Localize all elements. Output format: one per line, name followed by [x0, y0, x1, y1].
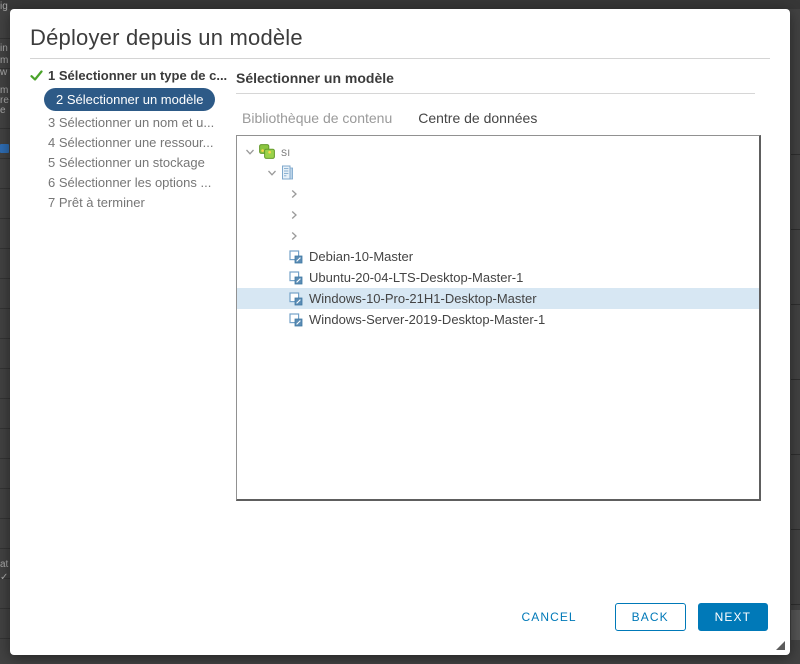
step-4: 4 Sélectionner une ressour...: [30, 133, 230, 153]
step-1[interactable]: 1 Sélectionner un type de c...: [30, 66, 230, 86]
tree-node-debian-10-master[interactable]: Debian-10-Master: [237, 246, 759, 267]
background-app-icon: [0, 144, 9, 153]
tree-node-node[interactable]: [237, 162, 759, 183]
check-icon: [30, 70, 43, 82]
tree-node-node[interactable]: [237, 183, 759, 204]
vm-template-icon: [289, 312, 303, 327]
vm-template-icon: [289, 291, 303, 306]
step-5: 5 Sélectionner un stockage: [30, 153, 230, 173]
tree-node-windows-server-2019-desktop-master-1[interactable]: Windows-Server-2019-Desktop-Master-1: [237, 309, 759, 330]
source-tabs: Bibliothèque de contenu Centre de données: [242, 110, 563, 138]
vm-template-icon: [289, 249, 303, 264]
background-fragment: w: [0, 67, 8, 78]
background-fragment: in: [0, 43, 8, 54]
background-fragment: m: [0, 55, 9, 66]
tree-node-si[interactable]: SI: [237, 141, 759, 162]
background-right-strip: [791, 80, 800, 664]
dialog-footer: CANCEL BACK NEXT: [516, 603, 768, 631]
tab-centre-de-donn-es[interactable]: Centre de données: [418, 110, 538, 138]
background-fragment: ig: [0, 1, 8, 12]
tree-node-node[interactable]: [237, 225, 759, 246]
panel-heading: Sélectionner un modèle: [236, 70, 394, 86]
next-button[interactable]: NEXT: [697, 603, 768, 631]
tree-node-label: Windows-10-Pro-21H1-Desktop-Master: [309, 291, 537, 306]
inventory-tree-box: SI Debian-10-Master Ubuntu-20-04-LTS-Deskt…: [236, 135, 761, 501]
step-label: 5 Sélectionner un stockage: [48, 155, 205, 170]
tree-node-label: Debian-10-Master: [309, 249, 414, 264]
caret-down-icon[interactable]: [267, 168, 281, 178]
caret-down-icon[interactable]: [245, 147, 259, 157]
inventory-tree: SI Debian-10-Master Ubuntu-20-04-LTS-Deskt…: [237, 136, 759, 330]
caret-right-icon[interactable]: [289, 210, 303, 220]
tree-node-label: Windows-Server-2019-Desktop-Master-1: [309, 312, 546, 327]
step-3: 3 Sélectionner un nom et u...: [30, 113, 230, 133]
title-divider: [30, 58, 770, 59]
background-top-strip: [0, 0, 800, 9]
dialog-title: Déployer depuis un modèle: [30, 25, 303, 50]
background-fragment: at: [0, 559, 9, 570]
tree-node-label: SI: [281, 147, 291, 158]
step-label: 7 Prêt à terminer: [48, 195, 145, 210]
step-label: 2 Sélectionner un modèle: [56, 92, 204, 107]
vm-template-icon: [289, 270, 303, 285]
tree-node-windows-10-pro-21h1-desktop-master[interactable]: Windows-10-Pro-21H1-Desktop-Master: [237, 288, 759, 309]
step-label: 4 Sélectionner une ressour...: [48, 135, 214, 150]
wizard-step-list: 1 Sélectionner un type de c... 2 Sélectio…: [30, 66, 230, 213]
step-label: 1 Sélectionner un type de c...: [48, 68, 228, 83]
step-6: 6 Sélectionner les options ...: [30, 173, 230, 193]
background-fragment: e: [0, 105, 6, 116]
step-label: 3 Sélectionner un nom et u...: [48, 115, 215, 130]
caret-right-icon[interactable]: [289, 189, 303, 199]
panel-divider: [236, 93, 755, 94]
tree-node-node[interactable]: [237, 204, 759, 225]
step-label: 6 Sélectionner les options ...: [48, 175, 212, 190]
tree-node-ubuntu-20-04-lts-desktop-master-1[interactable]: Ubuntu-20-04-LTS-Desktop-Master-1: [237, 267, 759, 288]
deploy-from-template-dialog: Déployer depuis un modèle 1 Sélectionner…: [10, 9, 790, 655]
select-template-panel: Sélectionner un modèle Bibliothèque de c…: [236, 66, 770, 506]
caret-right-icon[interactable]: [289, 231, 303, 241]
step-2[interactable]: 2 Sélectionner un modèle: [44, 88, 216, 111]
vcenter-icon: [259, 144, 275, 159]
resize-grip[interactable]: [775, 640, 785, 650]
step-7: 7 Prêt à terminer: [30, 193, 230, 213]
tree-node-label: Ubuntu-20-04-LTS-Desktop-Master-1: [309, 270, 524, 285]
back-button[interactable]: BACK: [614, 603, 686, 631]
background-row-highlight: [791, 610, 800, 640]
background-fragment: ✓: [0, 572, 9, 583]
cancel-button[interactable]: CANCEL: [516, 603, 583, 631]
tab-biblioth-que-de-contenu[interactable]: Bibliothèque de contenu: [242, 110, 392, 138]
datacenter-icon: [281, 165, 294, 180]
